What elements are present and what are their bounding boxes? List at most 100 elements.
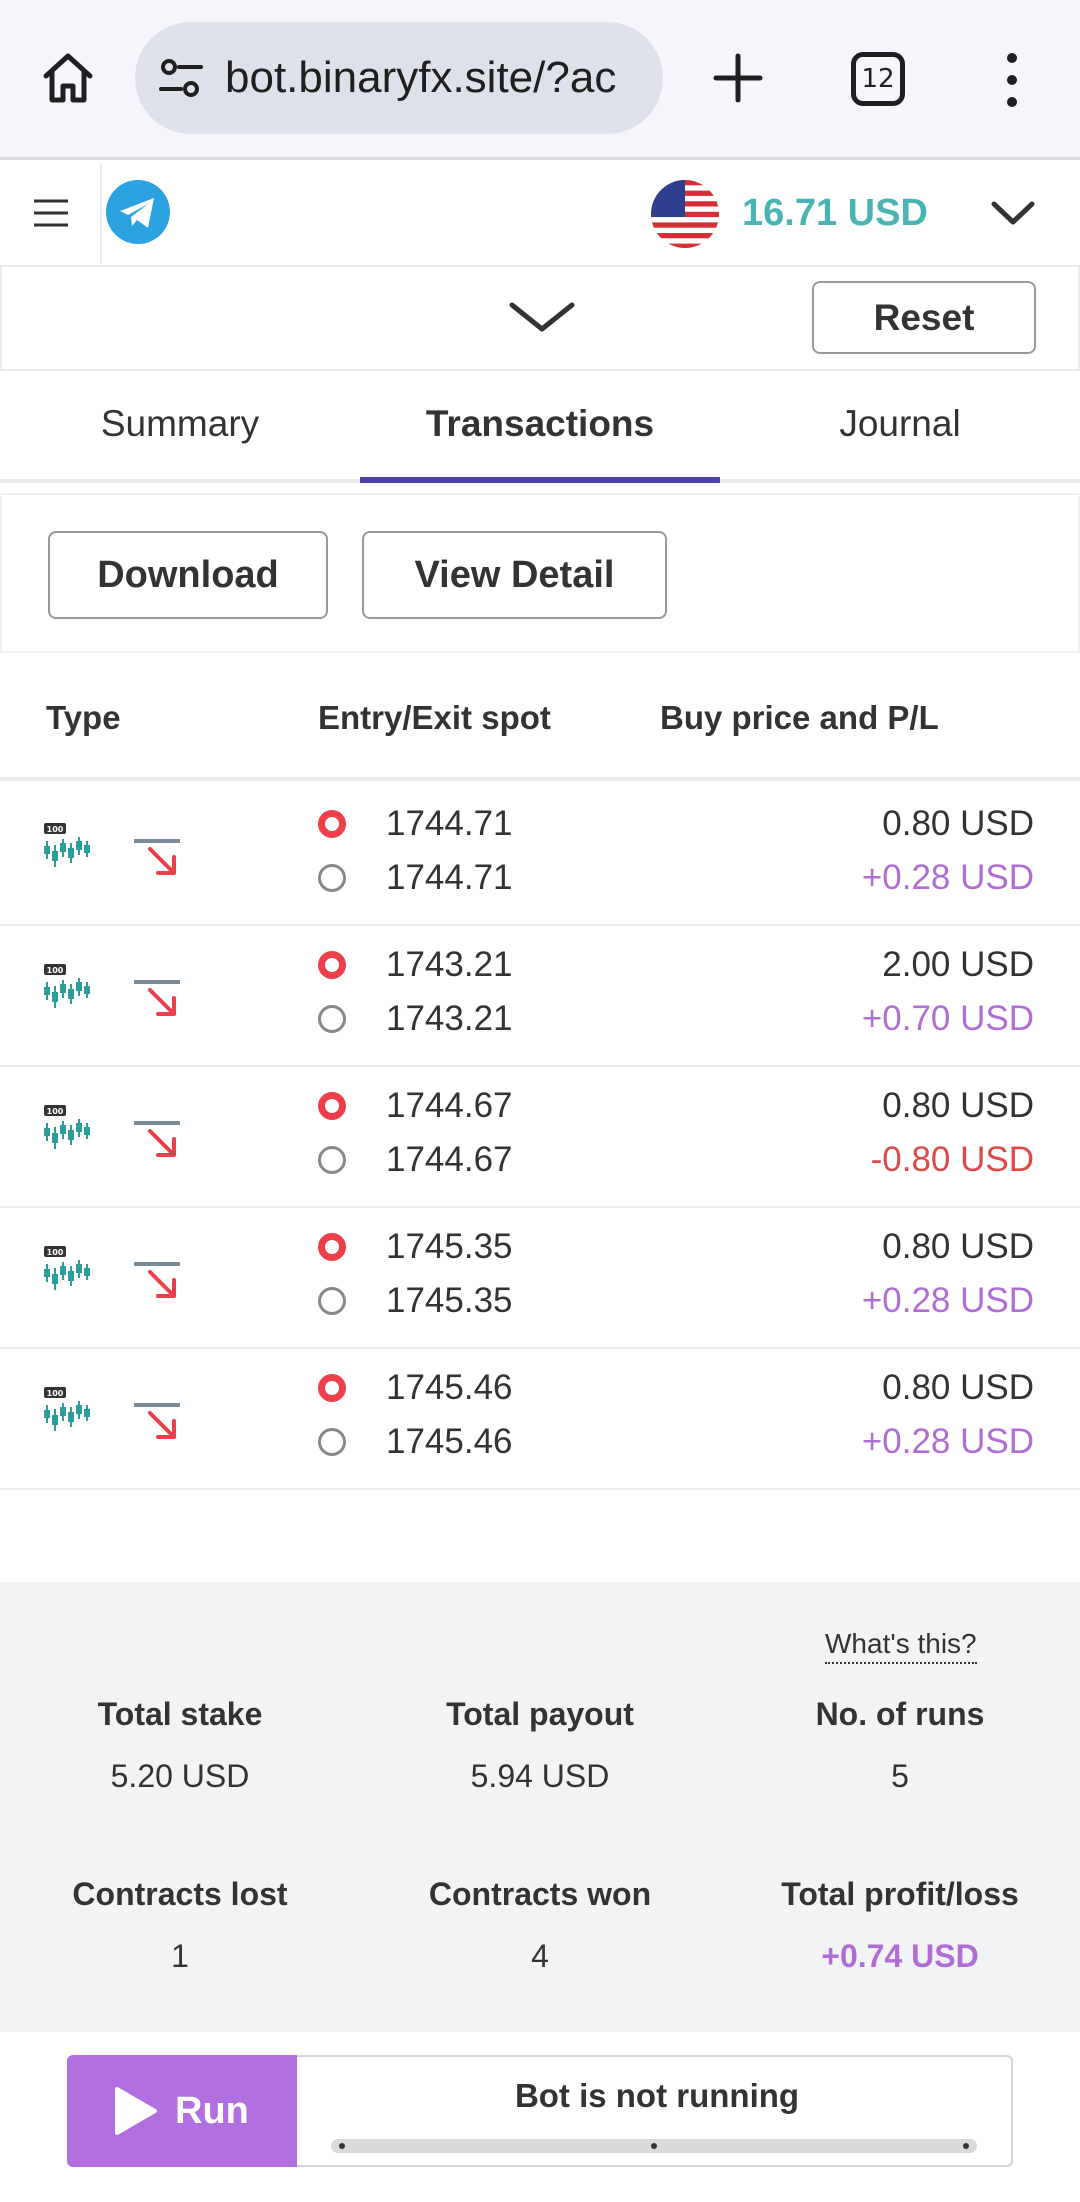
fall-contract-icon <box>134 980 180 1016</box>
account-balance[interactable]: 16.71 USD <box>742 163 928 263</box>
volatility-100-index-icon: 100 <box>44 1105 90 1149</box>
us-flag-icon[interactable] <box>651 180 719 248</box>
whats-this-link[interactable]: What's this? <box>825 1626 977 1664</box>
entry-spot: 1744.67 <box>386 1086 513 1125</box>
fall-contract-icon <box>134 1262 180 1298</box>
column-header-entry-exit: Entry/Exit spot <box>318 699 551 736</box>
reset-button[interactable]: Reset <box>812 281 1036 354</box>
exit-spot: 1743.21 <box>386 999 513 1038</box>
progress-step <box>339 2143 345 2149</box>
entry-spot: 1744.71 <box>386 804 513 843</box>
total-payout-label: Total payout <box>446 1696 634 1732</box>
tab-journal[interactable]: Journal <box>720 371 1080 483</box>
total-payout-value: 5.94 USD <box>470 1758 610 1794</box>
table-row[interactable]: 100 1744.71 1744.71 0.80 USD +0.28 USD <box>0 785 1080 926</box>
contracts-lost-value: 1 <box>171 1938 189 1974</box>
view-detail-button[interactable]: View Detail <box>362 531 667 619</box>
app-header: 16.71 USD <box>0 163 1080 267</box>
exit-spot: 1745.46 <box>386 1422 513 1461</box>
url-text: bot.binaryfx.site/?ac <box>225 53 617 102</box>
total-profit-loss-label: Total profit/loss <box>781 1876 1019 1912</box>
hamburger-menu-button[interactable] <box>0 163 102 267</box>
profit-loss: +0.28 USD <box>861 1422 1034 1461</box>
profit-loss: -0.80 USD <box>870 1140 1034 1179</box>
run-button[interactable]: Run <box>67 2055 297 2167</box>
profit-loss: +0.70 USD <box>861 999 1034 1038</box>
total-stake-label: Total stake <box>97 1696 263 1732</box>
tab-summary[interactable]: Summary <box>0 371 360 483</box>
tab-transactions[interactable]: Transactions <box>360 371 720 483</box>
profit-loss: +0.28 USD <box>861 858 1034 897</box>
entry-spot-marker <box>318 1233 346 1261</box>
address-bar[interactable]: bot.binaryfx.site/?ac <box>135 22 663 134</box>
exit-spot-marker <box>318 1287 346 1315</box>
contracts-won-label: Contracts won <box>428 1876 652 1912</box>
profit-loss: +0.28 USD <box>861 1281 1034 1320</box>
run-panel-toolbar: Reset <box>0 267 1080 371</box>
run-bar: Run Bot is not running <box>67 2055 1013 2167</box>
svg-text:100: 100 <box>47 1107 64 1116</box>
exit-spot: 1745.35 <box>386 1281 513 1320</box>
telegram-icon[interactable] <box>106 180 170 244</box>
svg-text:100: 100 <box>47 966 64 975</box>
transactions-actions: Download View Detail <box>0 493 1080 653</box>
download-button[interactable]: Download <box>48 531 328 619</box>
entry-spot-marker <box>318 1092 346 1120</box>
run-panel-tabs: Summary Transactions Journal <box>0 371 1080 483</box>
exit-spot: 1744.71 <box>386 858 513 897</box>
tab-switcher-button[interactable]: 12 <box>851 52 905 106</box>
transactions-table-header: Type Entry/Exit spot Buy price and P/L <box>0 663 1080 781</box>
progress-step <box>651 2143 657 2149</box>
fall-contract-icon <box>134 1121 180 1157</box>
bot-status-text: Bot is not running <box>514 2077 800 2114</box>
exit-spot-marker <box>318 1146 346 1174</box>
buy-price: 2.00 USD <box>882 945 1034 984</box>
progress-step <box>963 2143 969 2149</box>
table-row[interactable]: 100 1745.35 1745.35 0.80 USD +0.28 USD <box>0 1208 1080 1349</box>
buy-price: 0.80 USD <box>882 804 1034 843</box>
run-progress-track <box>331 2139 977 2153</box>
buy-price: 0.80 USD <box>882 1368 1034 1407</box>
fall-contract-icon <box>134 839 180 875</box>
fall-contract-icon <box>134 1403 180 1439</box>
play-icon <box>115 2087 157 2135</box>
entry-spot-marker <box>318 810 346 838</box>
entry-spot-marker <box>318 1374 346 1402</box>
svg-text:100: 100 <box>47 1389 64 1398</box>
runs-value: 5 <box>891 1758 909 1794</box>
svg-text:100: 100 <box>47 825 64 834</box>
total-profit-loss-value: +0.74 USD <box>821 1938 979 1974</box>
entry-spot: 1743.21 <box>386 945 513 984</box>
tune-icon[interactable] <box>155 52 207 104</box>
runs-label: No. of runs <box>815 1696 985 1732</box>
entry-spot: 1745.46 <box>386 1368 513 1407</box>
active-tab-indicator <box>360 477 720 483</box>
table-row[interactable]: 100 1743.21 1743.21 2.00 USD +0.70 USD <box>0 926 1080 1067</box>
svg-text:100: 100 <box>47 1248 64 1257</box>
volatility-100-index-icon: 100 <box>44 823 90 867</box>
run-button-label: Run <box>175 2090 249 2132</box>
volatility-100-index-icon: 100 <box>44 964 90 1008</box>
exit-spot-marker <box>318 1428 346 1456</box>
column-header-type: Type <box>46 699 121 736</box>
entry-spot-marker <box>318 951 346 979</box>
home-icon[interactable] <box>38 48 98 108</box>
entry-spot: 1745.35 <box>386 1227 513 1266</box>
hamburger-icon <box>34 199 68 227</box>
column-header-buy-price-pl: Buy price and P/L <box>660 699 939 736</box>
more-vert-icon[interactable] <box>994 50 1030 110</box>
chevron-down-icon[interactable] <box>990 198 1036 228</box>
contracts-won-value: 4 <box>531 1938 549 1974</box>
table-row[interactable]: 100 1744.67 1744.67 0.80 USD -0.80 USD <box>0 1067 1080 1208</box>
exit-spot: 1744.67 <box>386 1140 513 1179</box>
summary-panel: What's this? Total stake 5.20 USD Total … <box>0 1582 1080 2032</box>
exit-spot-marker <box>318 864 346 892</box>
contracts-lost-label: Contracts lost <box>72 1876 288 1912</box>
table-row[interactable]: 100 1745.46 1745.46 0.80 USD +0.28 USD <box>0 1349 1080 1490</box>
volatility-100-index-icon: 100 <box>44 1387 90 1431</box>
volatility-100-index-icon: 100 <box>44 1246 90 1290</box>
total-stake-value: 5.20 USD <box>110 1758 250 1794</box>
chevron-down-icon[interactable] <box>506 297 578 337</box>
buy-price: 0.80 USD <box>882 1086 1034 1125</box>
plus-icon[interactable] <box>708 48 768 108</box>
